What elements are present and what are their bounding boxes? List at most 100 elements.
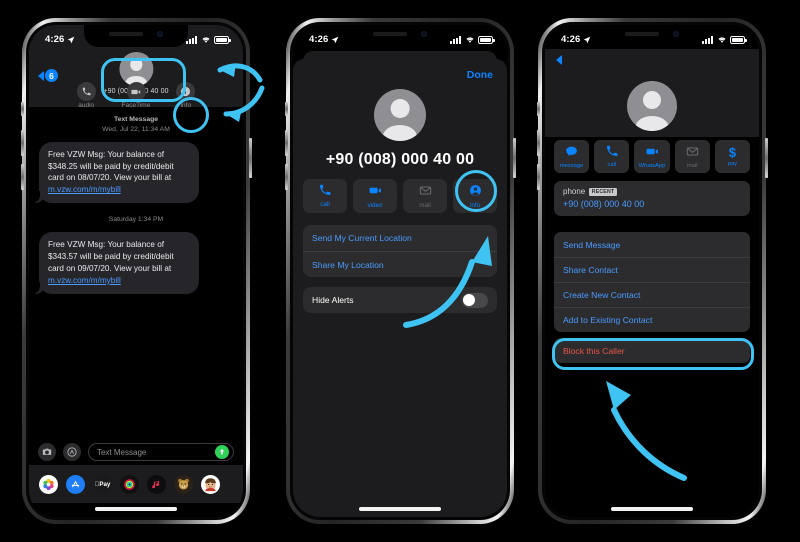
volume-up-button[interactable]	[536, 130, 540, 156]
phone-icon	[319, 184, 331, 199]
camera-icon[interactable]	[38, 443, 56, 461]
device-notch	[600, 25, 704, 47]
chevron-left-icon	[38, 70, 44, 81]
details-sheet: Done +90 (008) 000 40 00 call video mail…	[293, 59, 507, 517]
tile-mail: mail	[403, 179, 447, 213]
status-right	[186, 35, 231, 44]
chevron-left-icon[interactable]	[556, 55, 562, 65]
location-group: Send My Current Location Share My Locati…	[303, 225, 497, 277]
volume-down-button[interactable]	[20, 164, 24, 190]
status-time: 4:26	[45, 34, 65, 45]
app-store-icon[interactable]	[63, 443, 81, 461]
tile-pay-label: pay	[727, 161, 738, 167]
app-store-icon[interactable]	[66, 474, 85, 494]
message-link[interactable]: m.vzw.com/m/mybill	[48, 276, 121, 285]
add-to-existing-contact-row[interactable]: Add to Existing Contact	[554, 307, 750, 332]
message-input-bar: Text Message	[29, 439, 243, 465]
volume-up-button[interactable]	[20, 130, 24, 156]
video-camera-icon	[369, 184, 382, 200]
nav-action-facetime-label: FaceTime	[121, 102, 151, 109]
tile-call[interactable]: call	[303, 179, 347, 213]
apple-pay-icon[interactable]: Pay	[93, 474, 112, 494]
message-input-placeholder: Text Message	[97, 447, 147, 457]
message-text-input[interactable]: Text Message	[88, 443, 234, 461]
hide-alerts-toggle[interactable]	[462, 292, 488, 308]
earpiece-speaker	[109, 32, 143, 36]
hide-alerts-row[interactable]: Hide Alerts	[303, 287, 497, 313]
phone-2-screen: Done +90 (008) 000 40 00 call video mail…	[293, 25, 507, 517]
phone-icon	[606, 145, 618, 160]
tile-info[interactable]: info	[453, 179, 497, 213]
tile-video[interactable]: video	[353, 179, 397, 213]
message-bubble[interactable]: Free VZW Msg: Your balance of $348.25 wi…	[32, 141, 199, 204]
video-camera-icon	[126, 82, 146, 101]
send-arrow-up-icon[interactable]	[215, 445, 229, 459]
send-message-row[interactable]: Send Message	[554, 232, 750, 257]
volume-up-button[interactable]	[284, 130, 288, 156]
music-icon[interactable]	[147, 474, 166, 494]
location-arrow-icon	[584, 36, 591, 43]
nav-action-facetime[interactable]: FaceTime	[121, 82, 151, 109]
phone-2-details: Done +90 (008) 000 40 00 call video mail…	[284, 18, 516, 524]
tile-call[interactable]: call	[594, 140, 630, 173]
done-button[interactable]: Done	[467, 69, 493, 81]
tile-whatsapp-label: WhatsApp	[638, 162, 666, 169]
nav-action-info[interactable]: info	[176, 82, 196, 109]
imessage-app-drawer[interactable]: Pay	[29, 465, 243, 503]
tile-whatsapp[interactable]: WhatsApp	[634, 140, 670, 173]
activity-rings-icon[interactable]	[120, 474, 139, 494]
back-button[interactable]: 6	[38, 69, 58, 82]
front-camera	[157, 31, 163, 37]
envelope-icon	[686, 145, 699, 161]
tile-message[interactable]: message	[554, 140, 590, 173]
status-time: 4:26	[309, 34, 329, 45]
phone-3-screen: message call WhatsApp mail $ pay phone R…	[545, 25, 759, 517]
status-left: 4:26	[45, 34, 75, 45]
mute-switch[interactable]	[284, 102, 288, 116]
tile-pay[interactable]: $ pay	[714, 140, 751, 173]
block-this-caller-row[interactable]: Block this Caller	[554, 338, 750, 363]
hide-alerts-label: Hide Alerts	[312, 295, 354, 305]
home-indicator	[359, 507, 441, 511]
nav-action-audio[interactable]: audio	[76, 82, 96, 109]
message-bubble[interactable]: Free VZW Msg: Your balance of $343.57 wi…	[32, 232, 199, 294]
contact-actions-group: Send Message Share Contact Create New Co…	[554, 232, 750, 332]
memoji-bear-icon[interactable]	[174, 474, 193, 494]
mute-switch[interactable]	[536, 102, 540, 116]
send-current-location-row[interactable]: Send My Current Location	[303, 225, 497, 251]
message-link[interactable]: m.vzw.com/m/mybill	[48, 185, 121, 194]
photos-icon[interactable]	[39, 474, 58, 494]
phone-field-value[interactable]: +90 (008) 000 40 00	[563, 199, 741, 209]
front-camera	[673, 31, 679, 37]
contact-action-tiles: call video mail info	[303, 179, 497, 213]
memoji-person-icon[interactable]	[201, 474, 220, 494]
volume-down-button[interactable]	[284, 164, 288, 190]
mute-switch[interactable]	[20, 102, 24, 116]
power-button[interactable]	[512, 138, 516, 178]
device-notch	[348, 25, 452, 47]
create-new-contact-row[interactable]: Create New Contact	[554, 282, 750, 307]
info-circle-icon	[176, 82, 196, 101]
power-button[interactable]	[248, 138, 252, 178]
location-arrow-icon	[68, 36, 75, 43]
contact-avatar-icon	[119, 52, 153, 86]
tile-mail-label: mail	[686, 162, 698, 169]
battery-icon	[478, 35, 495, 44]
phone-3-contact-info: message call WhatsApp mail $ pay phone R…	[536, 18, 768, 524]
front-camera	[421, 31, 427, 37]
battery-icon	[214, 35, 231, 44]
tile-info-label: info	[469, 201, 481, 209]
phone-1-screen: 6 +90 (008) 000 40 00 audio	[29, 25, 243, 517]
share-contact-row[interactable]: Share Contact	[554, 257, 750, 282]
cellular-bars-icon	[702, 35, 713, 44]
home-indicator	[611, 507, 693, 511]
phone-field[interactable]: phone RECENT +90 (008) 000 40 00	[554, 181, 750, 216]
status-left: 4:26	[561, 34, 591, 45]
share-my-location-row[interactable]: Share My Location	[303, 251, 497, 277]
volume-down-button[interactable]	[536, 164, 540, 190]
tile-call-label: call	[607, 162, 617, 168]
person-circle-icon	[469, 184, 482, 200]
video-camera-icon	[646, 145, 659, 161]
power-button[interactable]	[764, 138, 768, 178]
home-indicator	[95, 507, 177, 511]
